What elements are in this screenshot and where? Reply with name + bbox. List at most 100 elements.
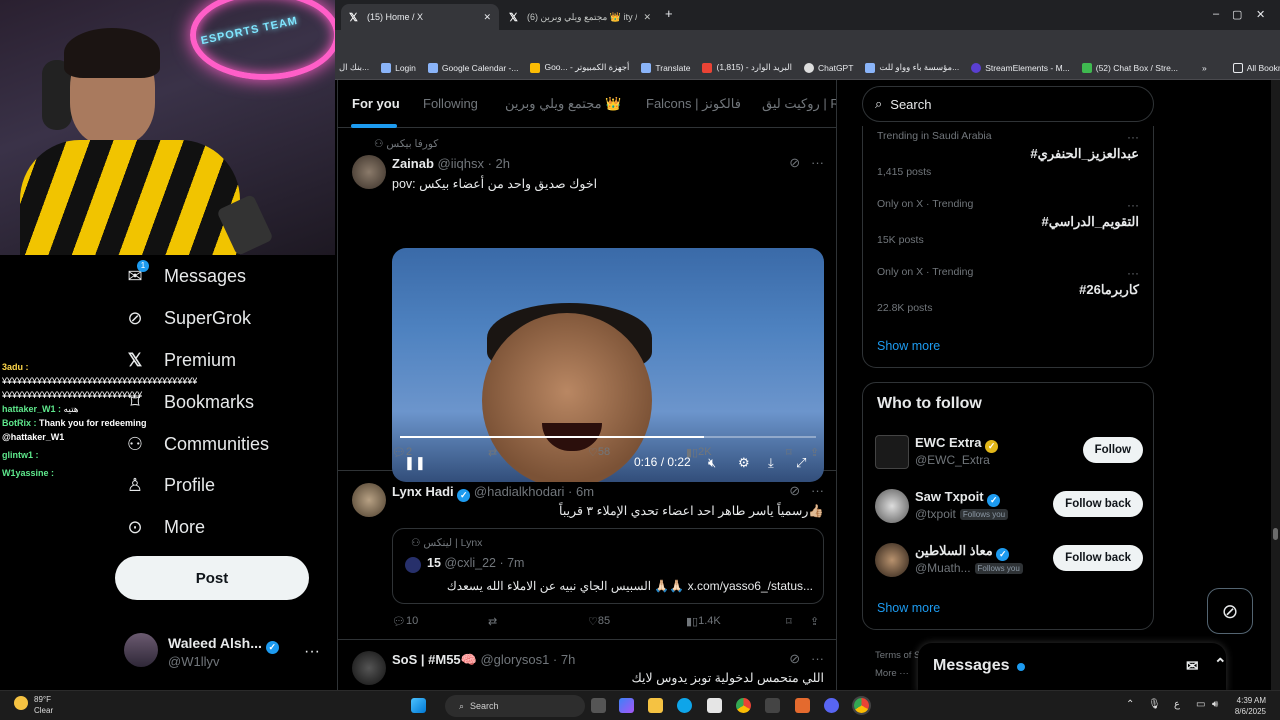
weather-widget[interactable]: 89°F Clear — [14, 694, 53, 716]
nav-more[interactable]: ⊙ More — [124, 516, 205, 538]
follow-back-button[interactable]: Follow back — [1053, 545, 1143, 571]
new-tab-button[interactable]: + — [665, 6, 673, 21]
minimize-button[interactable]: – — [1213, 8, 1219, 20]
close-window-button[interactable]: ✕ — [1256, 8, 1265, 21]
tweet-author[interactable]: SoS | #M55🧠 @glorysos1 · 7h — [392, 652, 575, 668]
bookmark-item[interactable]: ChatGPT — [803, 62, 853, 73]
share-button[interactable]: ⇪ — [810, 615, 819, 628]
tray-overflow-icon[interactable]: ⌃ — [1126, 699, 1134, 710]
tab-rocket-league[interactable]: روكيت ليق | RL — [762, 96, 836, 112]
views-button[interactable]: ▮▯ 2K — [686, 446, 712, 459]
video-progress-bar[interactable] — [400, 436, 816, 438]
like-button[interactable]: ♡ 85 — [588, 615, 610, 628]
tweet[interactable]: ⚇ كورفا بيكس Zainab @iiqhsx · 2h ⊘ ··· p… — [338, 128, 836, 482]
trend-name[interactable]: #التقويم_الدراسي — [1041, 214, 1139, 230]
like-button[interactable]: ♡ 58 — [588, 446, 610, 459]
reply-button[interactable]: 💬︎ 10 — [392, 615, 418, 628]
follow-button[interactable]: Follow — [1082, 437, 1143, 463]
bookmark-item[interactable]: مؤسسة باء وواو للت... — [865, 62, 959, 73]
windows-start-icon[interactable] — [411, 698, 426, 713]
trend-name[interactable]: #عبدالعزيز_الحنفري — [1030, 146, 1139, 162]
more-link[interactable]: More ··· — [875, 665, 920, 683]
tab-community[interactable]: مجتمع ويلي وبرين 👑 — [505, 96, 621, 112]
grok-icon[interactable]: ⊘ — [789, 483, 800, 498]
task-view-icon[interactable] — [591, 698, 606, 713]
trends-show-more[interactable]: Show more — [877, 339, 940, 353]
tab-for-you[interactable]: For you — [352, 96, 400, 111]
nav-messages[interactable]: ✉ 1 Messages — [124, 260, 246, 287]
new-message-icon[interactable]: ✉ — [1186, 657, 1199, 675]
more-icon[interactable]: ··· — [811, 651, 824, 666]
tweet-author[interactable]: Zainab @iiqhsx · 2h — [392, 156, 510, 171]
close-icon[interactable]: ✕ — [483, 12, 491, 23]
avatar[interactable] — [352, 651, 386, 685]
copilot-icon[interactable] — [619, 698, 634, 713]
close-icon[interactable]: ✕ — [643, 12, 651, 23]
tweet-tools[interactable]: ⊘ ··· — [789, 483, 824, 499]
scrollbar[interactable] — [1271, 80, 1280, 690]
reply-button[interactable]: 💬︎ 2 — [392, 446, 412, 459]
all-bookmarks[interactable]: All Bookmarks — [1232, 62, 1280, 73]
retweet-button[interactable]: ⇄ — [488, 446, 497, 459]
tweet[interactable]: Lynx Hadi ✓ @hadialkhodari · 6m ⊘ ··· رس… — [338, 471, 836, 640]
terms-link[interactable]: Terms of S — [875, 647, 920, 665]
follow-suggestion[interactable]: EWC Extra ✓ @EWC_Extra Follow — [875, 433, 1145, 473]
bookmark-item[interactable]: Translate — [641, 62, 690, 73]
retweet-button[interactable]: ⇄ — [488, 615, 497, 628]
clock[interactable]: 4:39 AM 8/6/2025 — [1235, 695, 1266, 717]
chrome-active-icon[interactable] — [854, 698, 869, 713]
follow-back-button[interactable]: Follow back — [1053, 491, 1143, 517]
bookmark-item[interactable]: Goo... - أجهزة الكمبيوتر — [530, 62, 629, 73]
more-icon[interactable]: ··· — [811, 155, 824, 170]
tab-following[interactable]: Following — [423, 96, 478, 111]
bookmark-item[interactable]: Google Calendar -... — [427, 62, 518, 73]
volume-icon[interactable]: 🔊︎ — [1212, 699, 1218, 710]
grok-icon[interactable]: ⊘ — [789, 651, 800, 666]
post-button[interactable]: Post — [115, 556, 309, 600]
account-switcher[interactable]: Waleed Alsh... ✓ @W1llyv ··· — [124, 633, 324, 673]
follow-suggestion[interactable]: Saw Txpoit ✓ @txpoit Follows you Follow b… — [875, 487, 1145, 527]
taskbar-search[interactable]: ⌕ Search — [445, 695, 585, 717]
tweet[interactable]: SoS | #M55🧠 @glorysos1 · 7h ⊘ ··· اللي م… — [338, 640, 836, 690]
more-icon[interactable]: ··· — [1127, 266, 1139, 280]
account-more-icon[interactable]: ··· — [304, 643, 320, 661]
more-icon[interactable]: ··· — [1127, 198, 1139, 212]
grok-floating-button[interactable]: ⊘ — [1207, 588, 1253, 634]
follow-suggestion[interactable]: معاذ السلاطين ✓ @Muath... Follows you Fol… — [875, 541, 1145, 581]
messages-dock[interactable]: Messages ✉ ⌃ — [918, 643, 1227, 693]
store-icon[interactable] — [707, 698, 722, 713]
avatar[interactable] — [352, 483, 386, 517]
search-input[interactable]: ⌕ Search — [862, 86, 1154, 122]
discord-icon[interactable] — [824, 698, 839, 713]
quote-tweet[interactable]: ⚇ لينكس | Lynx 15 @cxli_22 · 7m السبيس ا… — [392, 528, 824, 604]
who-to-follow-show-more[interactable]: Show more — [877, 601, 940, 615]
tab-community[interactable]: 𝕏 (6) مجتمع ويلي وبرين 👑 ity / X ✕ — [501, 4, 659, 30]
tweet-tools[interactable]: ⊘ ··· — [789, 155, 824, 171]
bookmark-item[interactable]: البريد الوارد - (1,815) — [702, 62, 792, 73]
bookmark-item[interactable]: Login — [381, 62, 416, 73]
expand-chevron-icon[interactable]: ⌃ — [1214, 655, 1227, 673]
bookmark-button[interactable]: ⌑ — [786, 615, 792, 628]
nav-supergrok[interactable]: ⊘ SuperGrok — [124, 307, 251, 329]
views-button[interactable]: ▮▯ 1.4K — [686, 615, 721, 628]
avatar[interactable] — [352, 155, 386, 189]
tweet-tools[interactable]: ⊘ ··· — [789, 651, 824, 667]
app-icon[interactable] — [795, 698, 810, 713]
chrome-icon[interactable] — [736, 698, 751, 713]
bookmark-button[interactable]: ⌑ — [786, 446, 792, 459]
bookmark-item[interactable]: StreamElements - M... — [971, 62, 1070, 73]
grok-icon[interactable]: ⊘ — [789, 155, 800, 170]
bookmarks-overflow[interactable]: » — [1202, 63, 1207, 73]
share-button[interactable]: ⇪ — [810, 446, 819, 459]
tab-falcons[interactable]: Falcons | فالكونز — [646, 96, 741, 112]
app-icon[interactable] — [765, 698, 780, 713]
bookmark-item[interactable]: بنك ال... — [339, 62, 369, 73]
bookmark-item[interactable]: (52) Chat Box / Stre... — [1081, 62, 1178, 73]
mic-icon[interactable]: 🎙︎ — [1148, 699, 1161, 710]
maximize-button[interactable]: ▢ — [1232, 8, 1242, 21]
trend-name[interactable]: #كاربرما26 — [1079, 282, 1139, 298]
scrollbar-thumb[interactable] — [1273, 528, 1278, 540]
tab-home-x[interactable]: 𝕏 (15) Home / X ✕ — [341, 4, 499, 30]
more-icon[interactable]: ··· — [1127, 130, 1139, 144]
tweet-author[interactable]: Lynx Hadi ✓ @hadialkhodari · 6m — [392, 484, 594, 502]
